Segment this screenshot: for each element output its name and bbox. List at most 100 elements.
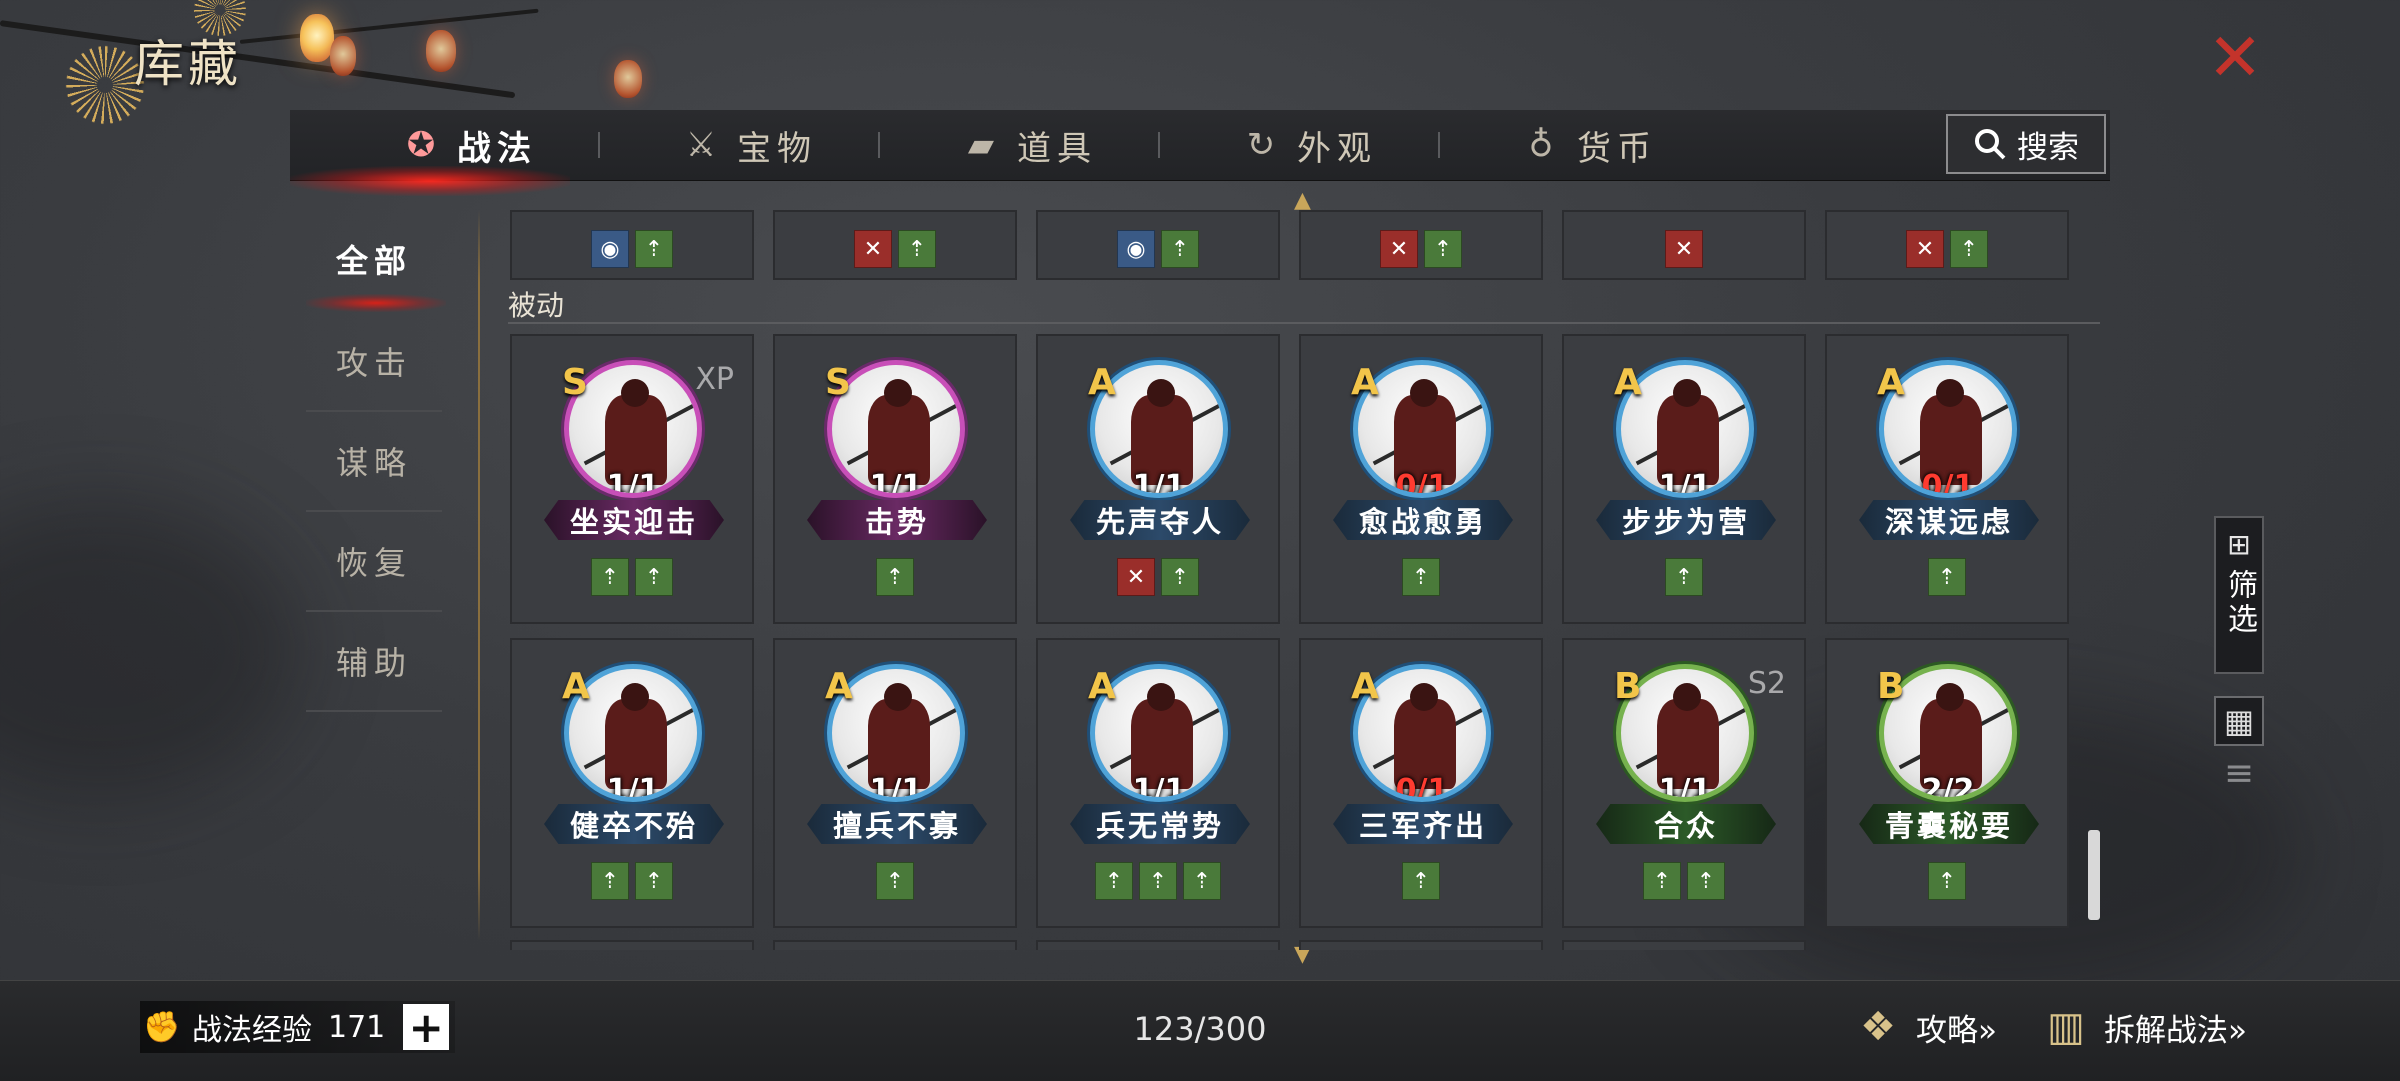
buff-icon: ⇡ bbox=[1424, 230, 1462, 268]
tactic-card-partial[interactable]: ✕ ⇡ bbox=[1825, 210, 2069, 280]
tactic-card-partial[interactable]: ✕ ⇡ bbox=[773, 210, 1017, 280]
category-label: 恢复 bbox=[335, 544, 412, 582]
tactic-card-partial[interactable] bbox=[1562, 940, 1806, 950]
list-view-icon: ≡ bbox=[2223, 753, 2255, 794]
tactic-name: 健卒不殆 bbox=[544, 804, 724, 844]
trait-icons: ⇡ ⇡ ⇡ bbox=[1038, 862, 1278, 900]
buff-icon: ⇡ bbox=[1687, 862, 1725, 900]
tactic-card-partial[interactable] bbox=[773, 940, 1017, 950]
tactic-card-partial[interactable]: ◉ ⇡ bbox=[510, 210, 754, 280]
tab-items[interactable]: ▰ 道具 bbox=[930, 110, 1130, 180]
tactic-name: 步步为营 bbox=[1596, 500, 1776, 540]
strategy-icon: ◉ bbox=[1117, 230, 1155, 268]
guide-label: 攻略» bbox=[1916, 1012, 1997, 1049]
buff-icon: ⇡ bbox=[1950, 230, 1988, 268]
scroll-icon: ✪ bbox=[406, 125, 442, 165]
buff-icon: ⇡ bbox=[1161, 558, 1199, 596]
lantern-decoration bbox=[330, 36, 356, 76]
grid-view-toggle[interactable]: ▦ bbox=[2214, 696, 2264, 746]
tactic-card[interactable]: 1/1 A 步步为营 ⇡ bbox=[1562, 334, 1806, 624]
owned-count: 1/1 bbox=[869, 773, 923, 802]
category-strategy[interactable]: 谋略 bbox=[306, 412, 442, 512]
tab-label: 宝物 bbox=[737, 128, 817, 169]
attack-icon: ✕ bbox=[854, 230, 892, 268]
tactic-card-partial[interactable]: ✕ ⇡ bbox=[1299, 210, 1543, 280]
category-support[interactable]: 辅助 bbox=[306, 612, 442, 712]
tab-tactics[interactable]: ✪ 战法 bbox=[370, 110, 570, 180]
trait-icons: ✕ ⇡ bbox=[775, 230, 1015, 268]
tactic-card-partial[interactable]: ✕ bbox=[1562, 210, 1806, 280]
grade-badge: A bbox=[1614, 362, 1642, 403]
tactic-name: 先声夺人 bbox=[1070, 500, 1250, 540]
buff-icon: ⇡ bbox=[635, 862, 673, 900]
ink-wash-decoration bbox=[0, 500, 300, 800]
grade-badge: A bbox=[1351, 666, 1379, 707]
category-attack[interactable]: 攻击 bbox=[306, 312, 442, 412]
tactic-card-partial[interactable] bbox=[1036, 940, 1280, 950]
trait-icons: ◉ ⇡ bbox=[512, 230, 752, 268]
tactic-card[interactable]: 0/1 A 愈战愈勇 ⇡ bbox=[1299, 334, 1543, 624]
tab-treasure[interactable]: ⚔ 宝物 bbox=[650, 110, 850, 180]
owned-count: 0/1 bbox=[1395, 773, 1449, 802]
tab-divider bbox=[878, 132, 880, 158]
trait-icons: ◉ ⇡ bbox=[1038, 230, 1278, 268]
buff-icon: ⇡ bbox=[1161, 230, 1199, 268]
trait-icons: ⇡ ⇡ bbox=[1564, 862, 1804, 900]
tactic-card[interactable]: 1/1 A 兵无常势 ⇡ ⇡ ⇡ bbox=[1036, 638, 1280, 928]
trait-icons: ✕ ⇡ bbox=[1827, 230, 2067, 268]
tactic-name: 合众 bbox=[1596, 804, 1776, 844]
filter-button[interactable]: ⊞ 筛选 bbox=[2214, 516, 2264, 674]
tactic-card[interactable]: 0/1 A 深谋远虑 ⇡ bbox=[1825, 334, 2069, 624]
add-exp-button[interactable]: + bbox=[403, 1003, 450, 1052]
grade-badge: S bbox=[825, 362, 851, 403]
list-view-toggle[interactable]: ≡ bbox=[2218, 752, 2260, 796]
branch-decoration bbox=[239, 8, 539, 44]
filter-label: 筛选 bbox=[2222, 569, 2257, 637]
tab-bar: ✪ 战法 ⚔ 宝物 ▰ 道具 ↻ 外观 ♁ 货币 搜索 bbox=[290, 110, 2110, 196]
tactic-card[interactable]: 1/1 S 击势 ⇡ bbox=[773, 334, 1017, 624]
tactic-card[interactable]: 1/1 S XP 坐实迎击 ⇡ ⇡ bbox=[510, 334, 754, 624]
owned-count: 1/1 bbox=[1658, 773, 1712, 802]
tactic-card[interactable]: 1/1 A 擅兵不寡 ⇡ bbox=[773, 638, 1017, 928]
tactic-card[interactable]: 1/1 A 健卒不殆 ⇡ ⇡ bbox=[510, 638, 754, 928]
attack-icon: ✕ bbox=[1117, 558, 1155, 596]
tactic-card-partial[interactable] bbox=[1299, 940, 1543, 950]
trait-icons: ⇡ bbox=[1301, 558, 1541, 596]
owned-count: 1/1 bbox=[606, 773, 660, 802]
tactics-grid: 被动 ◉ ⇡ ✕ ⇡ ◉ ⇡ ✕ ⇡ ✕ ✕ ⇡ 1/1 S XP 坐实迎击 ⇡ ⇡ 1/1 S 击势 ⇡ 1/1 A 先声夺… bbox=[500, 210, 2105, 950]
buff-icon: ⇡ bbox=[591, 862, 629, 900]
guide-link[interactable]: ❖ 攻略» bbox=[1850, 997, 1997, 1057]
dismantle-link[interactable]: ▥ 拆解战法» bbox=[2038, 997, 2247, 1057]
tab-currency[interactable]: ♁ 货币 bbox=[1490, 110, 1690, 180]
grade-badge: A bbox=[1088, 666, 1116, 707]
tactic-card[interactable]: 0/1 A 三军齐出 ⇡ bbox=[1299, 638, 1543, 928]
tab-label: 外观 bbox=[1297, 128, 1377, 169]
search-icon bbox=[1975, 129, 2006, 160]
tactic-card[interactable]: 2/2 B 青囊秘要 ⇡ bbox=[1825, 638, 2069, 928]
tactic-card[interactable]: 1/1 B S2 合众 ⇡ ⇡ bbox=[1562, 638, 1806, 928]
scrollbar[interactable] bbox=[2088, 830, 2100, 920]
category-label: 攻击 bbox=[335, 344, 412, 382]
buff-icon: ⇡ bbox=[635, 558, 673, 596]
tab-appearance[interactable]: ↻ 外观 bbox=[1210, 110, 1410, 180]
close-button[interactable]: ✕ bbox=[2200, 25, 2270, 91]
strategy-icon: ◉ bbox=[591, 230, 629, 268]
buff-icon: ⇡ bbox=[1139, 862, 1177, 900]
grade-badge: B bbox=[1877, 666, 1905, 707]
owned-count: 0/1 bbox=[1921, 469, 1975, 498]
tactic-card-partial[interactable]: ◉ ⇡ bbox=[1036, 210, 1280, 280]
owned-count: 2/2 bbox=[1921, 773, 1975, 802]
grade-badge: A bbox=[562, 666, 590, 707]
tab-label: 道具 bbox=[1017, 128, 1097, 169]
attack-icon: ✕ bbox=[1906, 230, 1944, 268]
owned-count: 1/1 bbox=[1132, 773, 1186, 802]
tactic-card-partial[interactable] bbox=[510, 940, 754, 950]
tactic-card[interactable]: 1/1 A 先声夺人 ✕ ⇡ bbox=[1036, 334, 1280, 624]
grade-badge: B bbox=[1614, 666, 1642, 707]
tab-divider bbox=[1438, 132, 1440, 158]
search-button[interactable]: 搜索 bbox=[1946, 114, 2106, 174]
category-recovery[interactable]: 恢复 bbox=[306, 512, 442, 612]
trait-icons: ⇡ bbox=[775, 862, 1015, 900]
buff-icon: ⇡ bbox=[1928, 558, 1966, 596]
buff-icon: ⇡ bbox=[876, 862, 914, 900]
